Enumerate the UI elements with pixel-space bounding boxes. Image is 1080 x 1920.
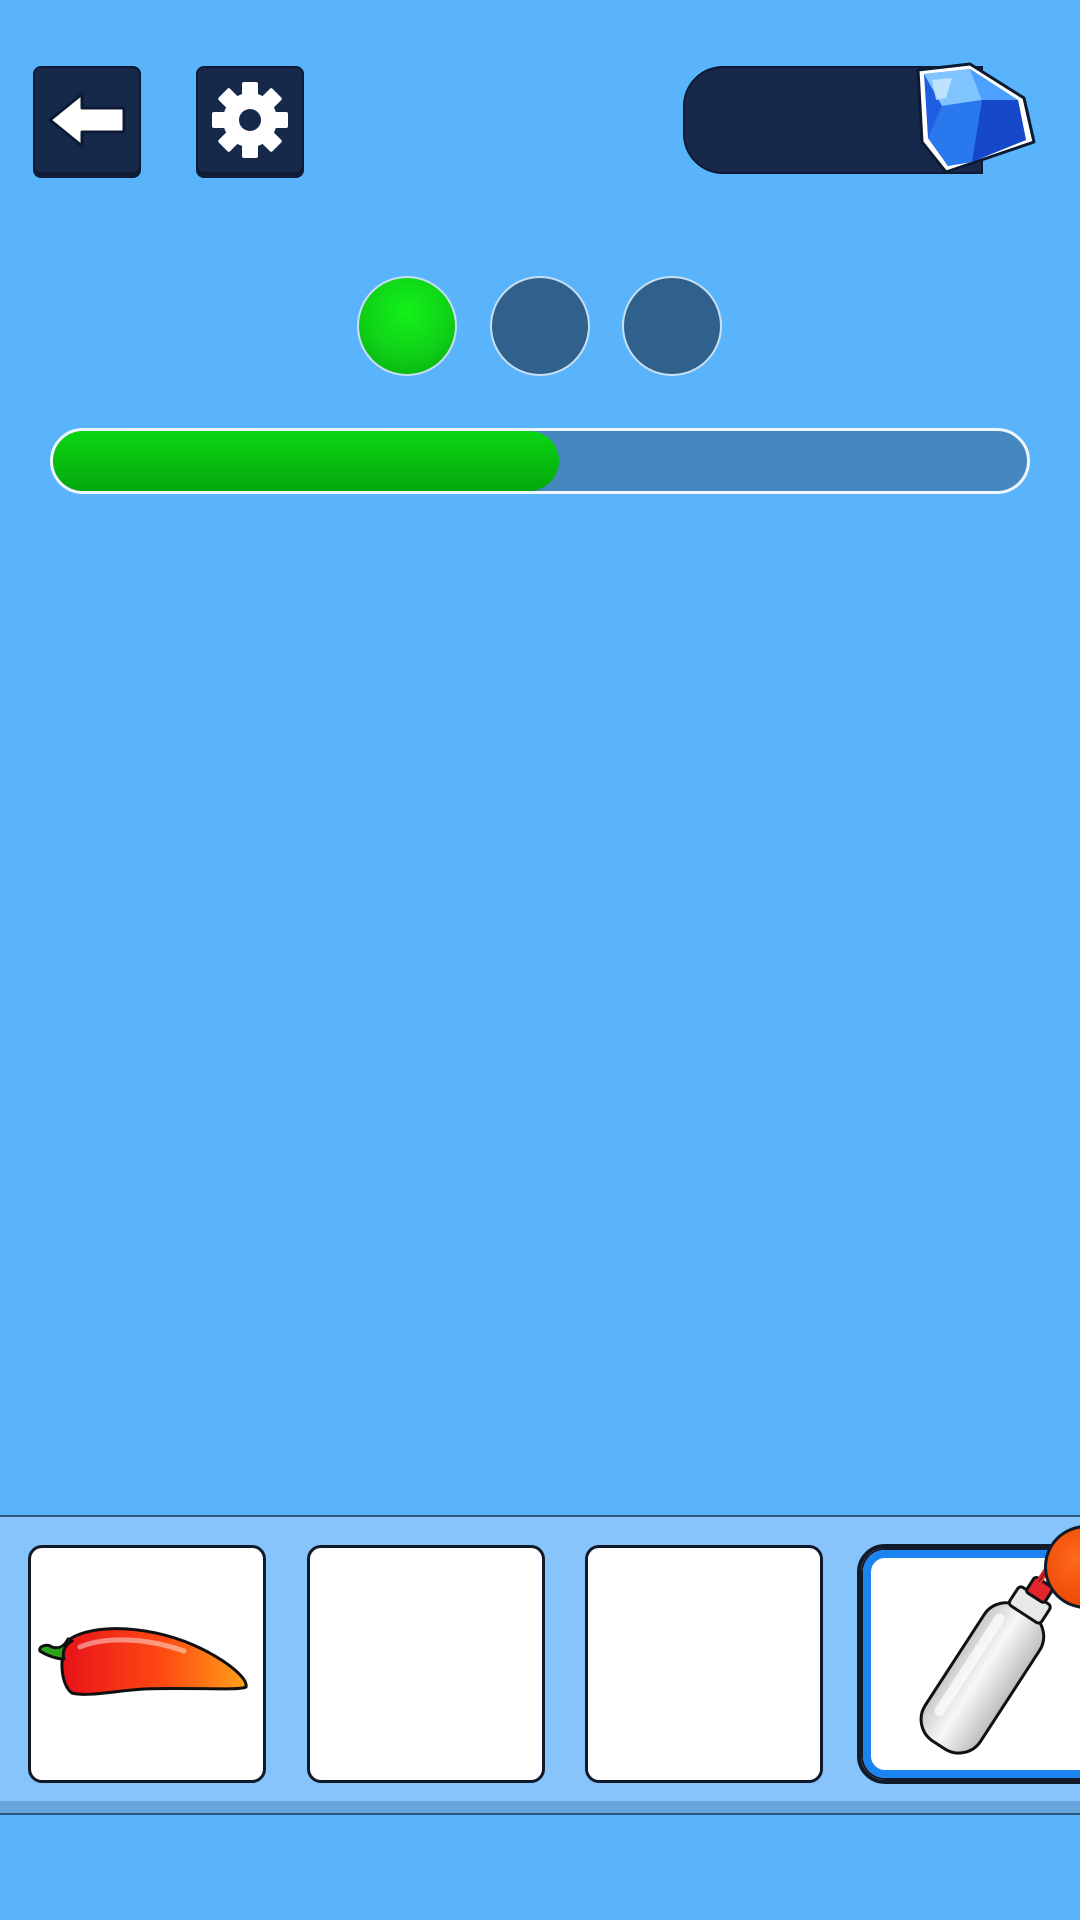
stage-indicator-1 <box>357 276 457 376</box>
inventory-slot-2[interactable] <box>307 1545 545 1783</box>
inventory-slot-3[interactable] <box>585 1545 823 1783</box>
level-progress-bar <box>50 428 1030 494</box>
diamond-icon <box>916 62 1036 174</box>
gear-icon <box>212 82 288 158</box>
game-screen <box>0 0 1080 1920</box>
stage-indicator-3 <box>622 276 722 376</box>
squeeze-bottle-icon <box>919 1563 1067 1755</box>
inventory-slot-1[interactable] <box>28 1545 266 1783</box>
level-progress-fill <box>53 431 560 491</box>
back-button[interactable] <box>33 66 141 174</box>
stage-indicator-2 <box>490 276 590 376</box>
back-arrow-icon <box>48 92 126 148</box>
tray-shadow <box>0 1801 1080 1813</box>
settings-button[interactable] <box>196 66 304 174</box>
inventory-tray <box>0 1515 1080 1815</box>
chili-pepper-icon <box>38 1627 248 1696</box>
